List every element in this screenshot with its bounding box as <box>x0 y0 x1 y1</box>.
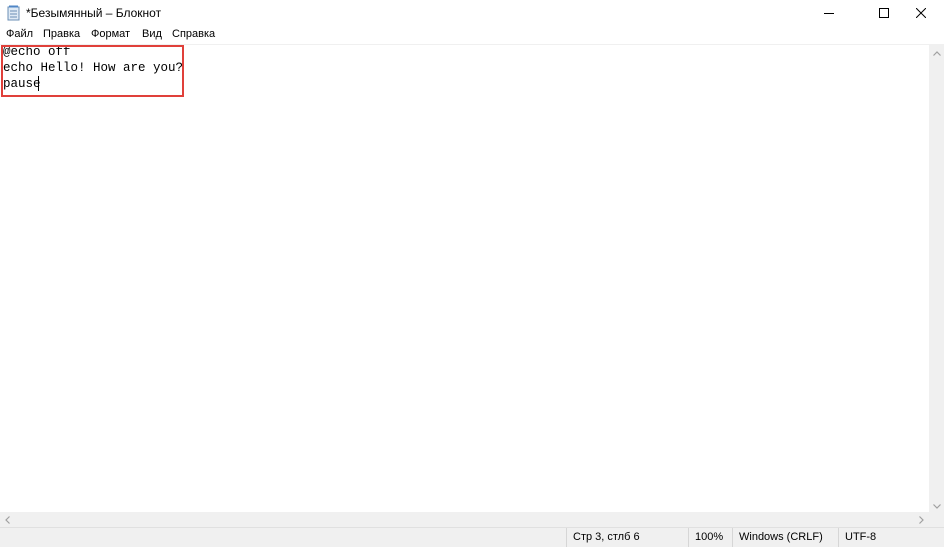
scroll-right-button[interactable] <box>914 512 929 527</box>
chevron-right-icon <box>919 513 924 527</box>
highlight-box <box>1 45 184 97</box>
menu-file[interactable]: Файл <box>6 28 33 40</box>
chevron-down-icon <box>932 498 941 512</box>
maximize-icon <box>879 8 889 18</box>
scroll-left-button[interactable] <box>0 512 15 527</box>
notepad-icon <box>7 5 21 21</box>
close-icon <box>916 8 926 18</box>
scroll-down-button[interactable] <box>929 497 944 512</box>
scroll-up-button[interactable] <box>929 44 944 59</box>
minimize-button[interactable] <box>806 0 852 26</box>
window-title: *Безымянный – Блокнот <box>26 6 162 20</box>
status-encoding: UTF-8 <box>838 528 876 547</box>
text-editor[interactable] <box>0 44 929 512</box>
menu-edit[interactable]: Правка <box>43 28 80 40</box>
horizontal-scrollbar[interactable] <box>0 512 929 527</box>
menu-help[interactable]: Справка <box>172 28 215 40</box>
menu-view[interactable]: Вид <box>142 28 162 40</box>
minimize-icon <box>824 8 834 18</box>
status-zoom: 100% <box>688 528 723 547</box>
menu-bar: Файл Правка Формат Вид Справка <box>0 26 944 44</box>
chevron-left-icon <box>5 513 10 527</box>
status-line-endings: Windows (CRLF) <box>732 528 823 547</box>
close-button[interactable] <box>898 0 944 26</box>
chevron-up-icon <box>932 45 941 59</box>
vertical-scrollbar[interactable] <box>929 44 944 512</box>
status-bar: Стр 3, стлб 6 100% Windows (CRLF) UTF-8 <box>0 527 944 547</box>
status-cursor-position: Стр 3, стлб 6 <box>566 528 640 547</box>
title-bar[interactable]: *Безымянный – Блокнот <box>0 0 944 26</box>
menu-format[interactable]: Формат <box>91 28 130 40</box>
scrollbar-corner <box>929 512 944 527</box>
